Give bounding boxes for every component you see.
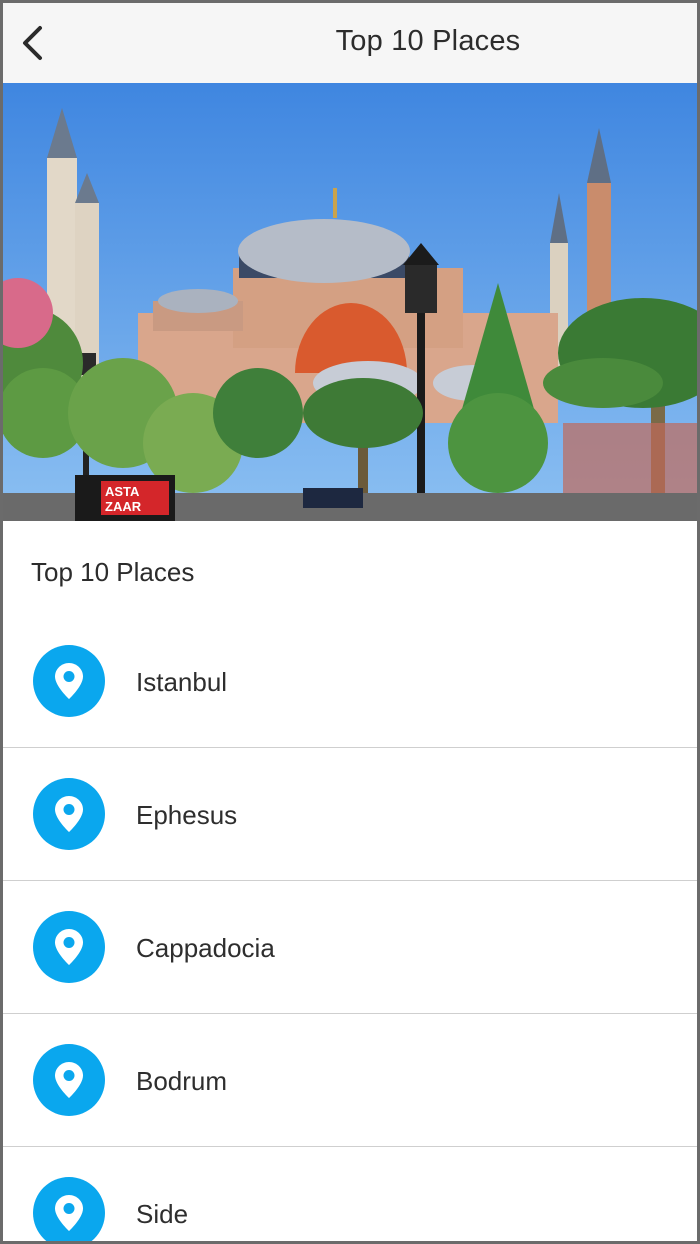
list-item-label: Cappadocia — [136, 933, 275, 963]
list-item-ephesus[interactable]: Ephesus — [3, 748, 697, 881]
places-list: Istanbul Ephesus Cappadocia Bodrum Side — [3, 615, 697, 1241]
list-item-label: Istanbul — [136, 667, 228, 697]
hero-image: ASTA ZAAR — [3, 83, 697, 521]
sign-text-line1: ASTA — [105, 484, 140, 499]
location-pin-icon — [33, 778, 105, 850]
location-pin-icon — [33, 911, 105, 983]
list-item-cappadocia[interactable]: Cappadocia — [3, 881, 697, 1014]
list-item-label: Bodrum — [136, 1066, 228, 1096]
location-pin-icon — [33, 1044, 105, 1116]
list-item-label: Ephesus — [136, 800, 238, 830]
location-pin-icon — [33, 645, 105, 717]
list-item-istanbul[interactable]: Istanbul — [3, 615, 697, 748]
location-pin-icon — [33, 1177, 105, 1241]
chevron-left-icon — [23, 26, 42, 60]
back-button[interactable] — [15, 23, 51, 63]
app-frame: Top 10 Places ASTA ZAAR Top 10 Places Is… — [0, 0, 700, 1244]
top-navigation-bar: Top 10 Places — [3, 3, 697, 84]
section-header: Top 10 Places — [3, 521, 697, 616]
list-item-bodrum[interactable]: Bodrum — [3, 1014, 697, 1147]
sign-text-line2: ZAAR — [105, 499, 142, 514]
page-title: Top 10 Places — [335, 25, 521, 57]
section-title: Top 10 Places — [31, 557, 195, 587]
list-item-side[interactable]: Side — [3, 1147, 697, 1241]
list-item-label: Side — [136, 1199, 189, 1229]
